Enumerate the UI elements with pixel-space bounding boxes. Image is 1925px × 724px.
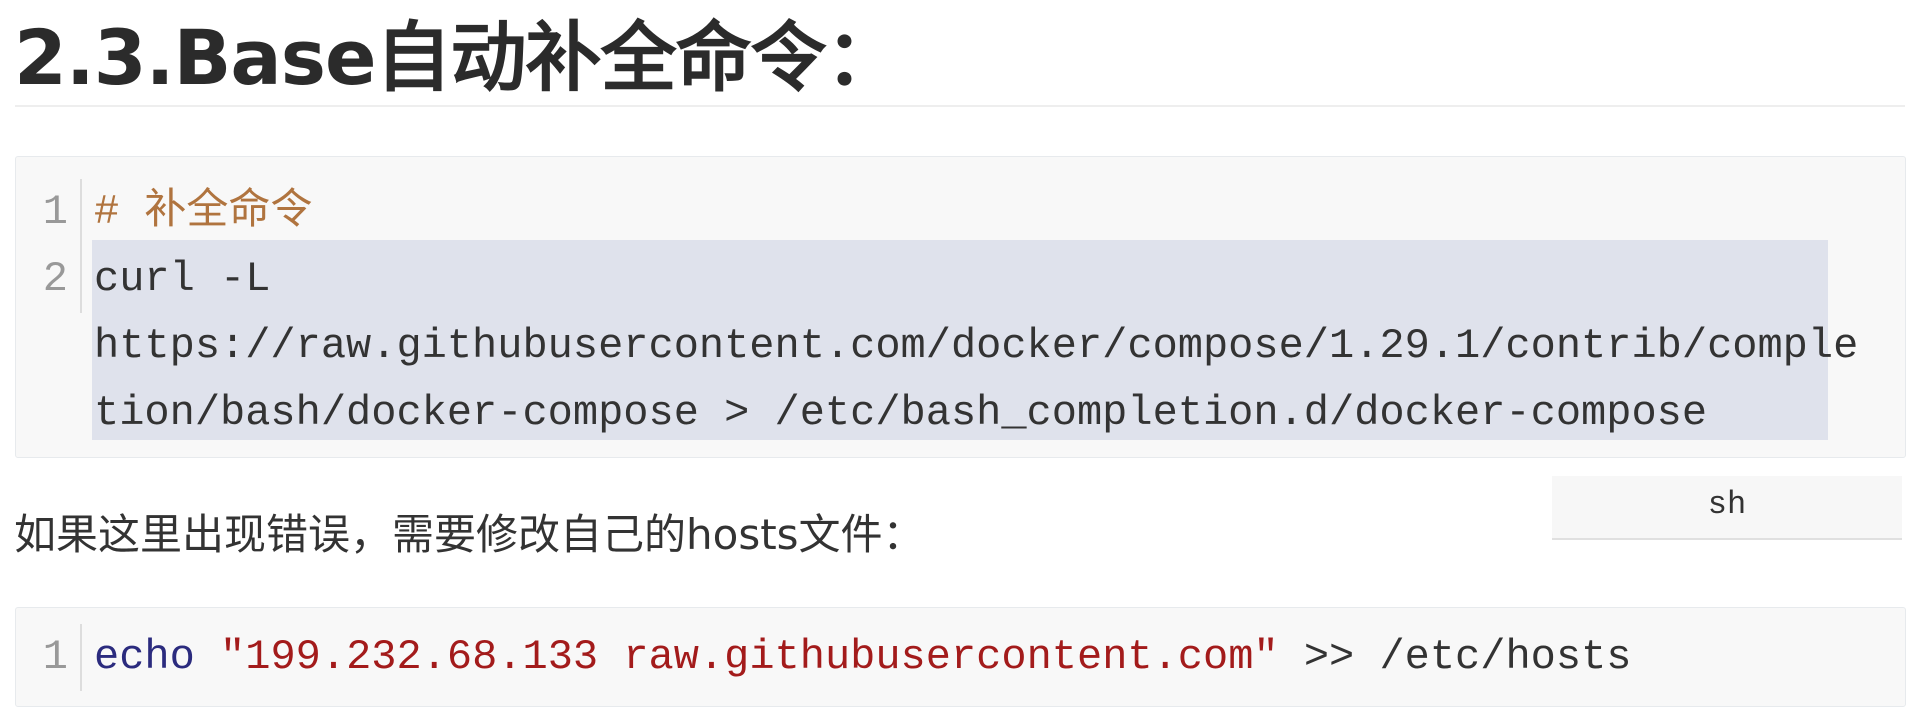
code-line: curl -L	[94, 255, 271, 303]
line-number-gutter: 1	[16, 624, 82, 691]
code-block-completion[interactable]: 1 2 # 补全命令 curl -L https://raw.githubuse…	[15, 156, 1906, 458]
section-heading: 2.3.Base自动补全命令：	[14, 13, 901, 102]
line-number: 1	[42, 633, 68, 681]
code-keyword: echo	[94, 633, 195, 681]
code-line: https://raw.githubusercontent.com/docker…	[94, 322, 1859, 370]
line-number-gutter: 1 2	[16, 179, 82, 313]
code-language-button[interactable]: sh	[1552, 476, 1902, 540]
code-line: tion/bash/docker-compose > /etc/bash_com…	[94, 389, 1708, 437]
paragraph-text: 如果这里出现错误，需要修改自己的hosts文件：	[14, 510, 925, 559]
code-line: echo "199.232.68.133 raw.githubuserconte…	[94, 624, 1885, 691]
code-string: "199.232.68.133 raw.githubusercontent.co…	[220, 633, 1279, 681]
code-comment: # 补全命令	[94, 188, 313, 236]
line-number: 1	[42, 188, 68, 236]
heading-divider	[15, 105, 1905, 107]
line-number: 2	[42, 255, 68, 303]
code-text: >> /etc/hosts	[1278, 633, 1632, 681]
code-block-hosts[interactable]: 1 echo "199.232.68.133 raw.githubusercon…	[15, 607, 1906, 707]
